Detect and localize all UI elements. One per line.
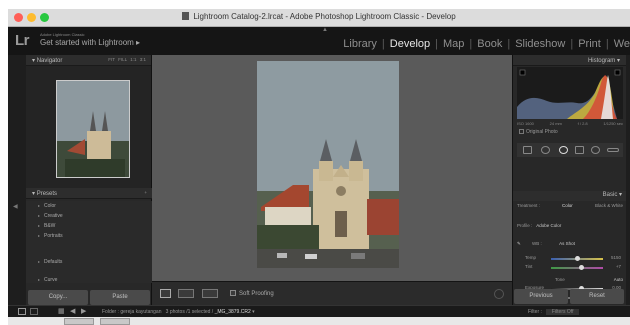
temp-slider-knob[interactable] [575,256,580,261]
collapse-left-panel-icon[interactable]: ◀ [13,203,18,210]
toolbar-menu-icon[interactable] [494,289,504,299]
wb-select[interactable]: As Shot [559,241,575,246]
crop-tool-icon[interactable] [523,146,532,154]
copy-paste-bar: Copy... Paste [26,290,152,305]
module-develop[interactable]: Develop [385,38,435,50]
reset-button[interactable]: Reset [570,289,624,304]
before-after-button[interactable] [178,289,194,298]
temp-slider[interactable]: Temp 5150 [517,255,623,263]
develop-toolbar: Soft Proofing [152,281,512,305]
profile-select[interactable]: Adobe Color [536,223,561,228]
window-title-bar: Lightroom Catalog-2.lrcat - Adobe Photos… [8,9,630,27]
white-balance-row: ✎ WB : As Shot [517,241,575,246]
filmstrip-thumbnail[interactable] [100,318,130,325]
navigator-zoom-options[interactable]: FIT FILL 1:1 3:1 [108,57,146,62]
previous-button[interactable]: Previous [514,289,568,304]
treatment-row: Treatment : Color Black & White [517,203,623,208]
filmstrip-thumbnails [8,317,630,325]
preset-group-curve[interactable]: ▸ Curve [26,275,152,285]
module-map[interactable]: Map [438,38,469,50]
collapse-top-panel-icon[interactable]: ▲ [322,27,328,33]
lightroom-app: Lr Adobe Lightroom Classic Get started w… [8,27,630,317]
loupe-view: Soft Proofing [152,55,512,305]
eyedropper-icon[interactable]: ✎ [517,241,521,246]
identity-small-label: Adobe Lightroom Classic [40,32,85,37]
church-photo-image [257,61,399,268]
radial-filter-icon[interactable] [591,146,600,154]
main-window-icon[interactable] [18,308,26,315]
filmstrip-source-path[interactable]: Folder : gereja kayutangan 3 photos /1 s… [102,309,255,315]
spot-removal-tool-icon[interactable] [541,146,550,154]
presets-header[interactable]: ▾ Presets + [26,188,152,199]
histogram-header[interactable]: Histogram ▾ [513,55,626,66]
right-panel-edge [626,55,630,305]
document-icon [182,12,190,20]
histogram[interactable] [517,67,623,119]
tint-slider-knob[interactable] [579,265,584,270]
copy-settings-button[interactable]: Copy... [28,290,88,305]
tone-row: Tone Auto [555,277,623,282]
filter-select[interactable]: Filters Off [545,309,580,315]
right-panel: Histogram ▾ ISO 1600 24 mm f / 2.8 1/1250 s… [512,55,627,305]
before-after-swap-button[interactable] [202,289,218,298]
preset-list: ▸ Color ▸ Creative ▸ B&W ▸ Portraits ▸ Defaul… [26,201,152,283]
original-photo-toggle[interactable]: Original Photo [519,129,558,135]
histogram-graph [517,69,621,119]
filmstrip-filter: Filter : Filters Off [528,309,580,315]
preset-group-bw[interactable]: ▸ B&W [26,221,152,231]
get-started-link[interactable]: Get started with Lightroom ▸ [40,38,140,47]
graduated-filter-icon[interactable] [575,146,584,154]
window-title: Lightroom Catalog-2.lrcat - Adobe Photos… [8,12,630,21]
module-slideshow[interactable]: Slideshow [510,38,570,50]
preset-group-defaults[interactable]: ▸ Defaults [26,257,152,267]
develop-tool-strip [517,143,623,157]
profile-row[interactable]: Profile : Adobe Color [517,223,623,228]
identity-plate-bar: Lr Adobe Lightroom Classic Get started w… [8,27,630,55]
add-preset-icon[interactable]: + [144,190,147,195]
treatment-color[interactable]: Color [562,203,573,208]
paste-settings-button[interactable]: Paste [90,290,150,305]
red-eye-tool-icon[interactable] [559,146,568,154]
navigator-panel [26,66,151,189]
preset-group-color[interactable]: ▸ Color [26,201,152,211]
module-print[interactable]: Print [573,38,606,50]
filmstrip-bar: ▦ ◀ ▶ Folder : gereja kayutangan 3 photo… [8,305,630,317]
module-library[interactable]: Library [338,38,382,50]
tone-auto-button[interactable]: Auto [614,277,623,282]
second-window-icon[interactable] [30,308,38,315]
navigator-header[interactable]: ▾ Navigator FIT FILL 1:1 3:1 [26,55,151,66]
basic-panel-header[interactable]: Basic ▾ [513,191,627,201]
grid-view-icon[interactable]: ▦ [58,307,65,315]
soft-proofing-checkbox[interactable] [230,290,236,296]
church-thumbnail-image [57,81,129,177]
module-book[interactable]: Book [472,38,507,50]
left-panel-edge: ◀ [8,55,26,305]
loupe-view-button[interactable] [160,289,171,298]
preset-group-portraits[interactable]: ▸ Portraits [26,231,152,241]
left-panel: ▾ Navigator FIT FILL 1:1 3:1 ▾ Presets + [26,55,152,305]
module-picker: Library | Develop | Map | Book | Slideshow | … [338,37,630,51]
module-web[interactable]: We [609,38,630,50]
previous-reset-bar: Previous Reset [512,289,626,304]
treatment-black-white[interactable]: Black & White [595,203,623,208]
preset-group-creative[interactable]: ▸ Creative [26,211,152,221]
filmstrip-thumbnail[interactable] [64,318,94,325]
navigator-thumbnail[interactable] [56,80,130,178]
adjustment-brush-icon[interactable] [607,148,619,152]
soft-proofing-toggle[interactable]: Soft Proofing [230,290,274,297]
tint-slider[interactable]: Tint +7 [517,264,623,272]
histogram-exif-info: ISO 1600 24 mm f / 2.8 1/1250 sec [517,121,623,126]
next-photo-icon[interactable]: ▶ [81,307,86,315]
original-photo-checkbox[interactable] [519,129,524,134]
main-photo[interactable] [257,61,399,268]
lightroom-logo: Lr [15,32,30,49]
previous-photo-icon[interactable]: ◀ [70,307,75,315]
